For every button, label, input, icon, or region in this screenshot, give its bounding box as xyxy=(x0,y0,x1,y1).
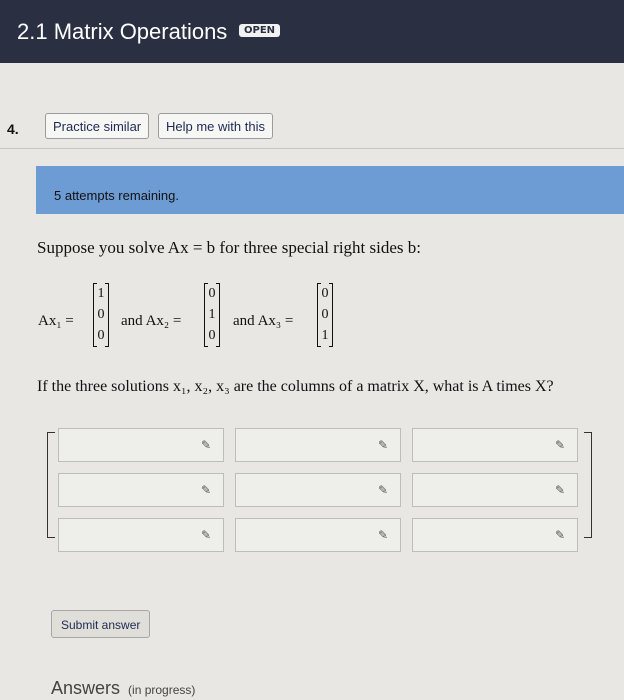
equation-label: and Ax₃ = xyxy=(233,313,294,329)
question-prompt: Suppose you solve Ax = b for three speci… xyxy=(37,238,422,257)
pencil-icon: ✎ xyxy=(377,528,388,542)
equation-label: and Ax₂ = xyxy=(121,313,182,329)
practice-similar-button[interactable]: Practice similar xyxy=(45,113,150,139)
pencil-icon: ✎ xyxy=(554,438,565,452)
vector-entry: 1 xyxy=(208,307,216,322)
help-me-button[interactable]: Help me with this xyxy=(158,113,273,139)
vector: 0 0 1 xyxy=(317,283,333,347)
vector-entry: 1 xyxy=(321,328,329,343)
header-bar: 2.1 Matrix Operations OPEN xyxy=(0,0,624,63)
vector-entry: 0 xyxy=(321,307,329,322)
matrix-input-r3c3[interactable]: ✎ xyxy=(412,518,578,552)
matrix-input-r1c1[interactable]: ✎ xyxy=(58,428,224,462)
vector: 1 0 0 xyxy=(93,283,109,347)
pencil-icon: ✎ xyxy=(554,483,565,497)
pencil-icon: ✎ xyxy=(200,483,211,497)
matrix-left-bracket xyxy=(47,432,55,538)
matrix-input-r2c1[interactable]: ✎ xyxy=(58,473,224,507)
matrix-right-bracket xyxy=(584,432,592,538)
page-title: 2.1 Matrix Operations xyxy=(17,19,228,44)
submit-answer-button[interactable]: Submit answer xyxy=(51,610,151,638)
matrix-input-r3c1[interactable]: ✎ xyxy=(58,518,224,552)
vector-entry: 1 xyxy=(97,286,105,301)
attempts-banner: 5 attempts remaining. xyxy=(36,166,624,214)
answers-status: (in progress) xyxy=(128,683,196,697)
vector-entry: 0 xyxy=(321,286,329,301)
divider xyxy=(0,148,624,149)
vector: 0 1 0 xyxy=(204,283,220,347)
answers-label: Answers xyxy=(51,678,121,698)
pencil-icon: ✎ xyxy=(200,438,211,452)
matrix-input-r1c2[interactable]: ✎ xyxy=(235,428,401,462)
pencil-icon: ✎ xyxy=(200,528,211,542)
vector-entry: 0 xyxy=(97,328,105,343)
pencil-icon: ✎ xyxy=(377,483,388,497)
vector-entry: 0 xyxy=(208,286,216,301)
matrix-input-r2c3[interactable]: ✎ xyxy=(412,473,578,507)
question-ask: If the three solutions x₁, x₂, x₃ are th… xyxy=(37,378,554,395)
vector-entry: 0 xyxy=(208,328,216,343)
answers-section: Answers (in progress) xyxy=(51,678,195,699)
pencil-icon: ✎ xyxy=(377,438,388,452)
vector-entry: 0 xyxy=(97,307,105,322)
matrix-input-r1c3[interactable]: ✎ xyxy=(412,428,578,462)
matrix-input-r2c2[interactable]: ✎ xyxy=(235,473,401,507)
question-number: 4. xyxy=(7,121,19,137)
pencil-icon: ✎ xyxy=(554,528,565,542)
attempts-text: 5 attempts remaining. xyxy=(54,188,180,203)
status-badge: OPEN xyxy=(239,24,281,37)
equation-label: Ax₁ = xyxy=(38,313,74,329)
matrix-input-r3c2[interactable]: ✎ xyxy=(235,518,401,552)
